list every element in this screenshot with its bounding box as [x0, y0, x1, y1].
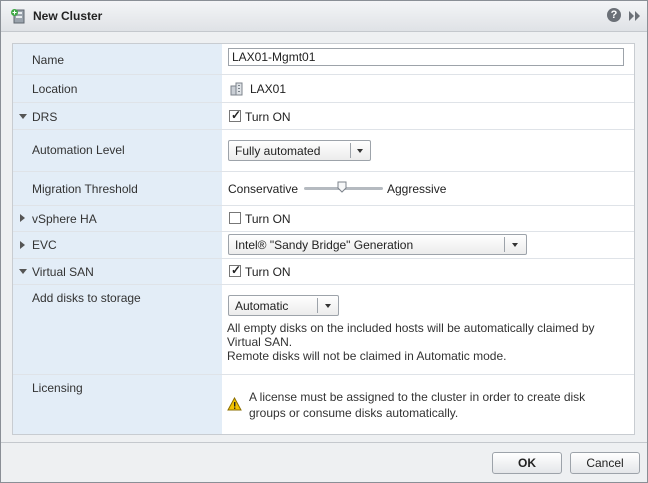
new-cluster-icon — [11, 9, 25, 24]
ok-button[interactable]: OK — [492, 452, 562, 474]
automation-level-row: Automation Level Fully automated — [13, 130, 634, 172]
cancel-button[interactable]: Cancel — [570, 452, 640, 474]
name-label: Name — [32, 53, 65, 67]
virtual-san-checkbox-label: Turn ON — [245, 265, 291, 279]
chevron-down-icon — [357, 149, 363, 153]
licensing-label: Licensing — [32, 381, 83, 395]
add-disks-row: Add disks to storage Automatic All empty… — [13, 285, 634, 375]
location-row: Location LAX01 — [13, 75, 634, 103]
add-disks-description: All empty disks on the included hosts wi… — [227, 321, 595, 363]
datacenter-icon — [230, 82, 243, 96]
evc-mode-dropdown[interactable]: Intel® "Sandy Bridge" Generation — [228, 234, 527, 255]
expand-icon[interactable] — [628, 10, 642, 22]
automation-level-label: Automation Level — [32, 143, 125, 157]
location-label: Location — [32, 82, 78, 96]
new-cluster-dialog: New Cluster ? Name Location LAX01 — [0, 0, 648, 483]
cluster-settings-form: Name Location LAX01 DRS ✓ Turn ON Automa… — [12, 43, 635, 435]
virtual-san-collapse-toggle[interactable] — [19, 269, 27, 274]
vsphere-ha-label: vSphere HA — [32, 212, 97, 226]
name-row: Name — [13, 44, 634, 75]
dialog-title: New Cluster — [33, 9, 103, 23]
automation-level-dropdown[interactable]: Fully automated — [228, 140, 371, 161]
virtual-san-label: Virtual SAN — [32, 265, 94, 279]
location-value: LAX01 — [250, 82, 287, 96]
add-disks-desc-line3: Remote disks will not be claimed in Auto… — [227, 349, 507, 363]
automation-level-selected: Fully automated — [235, 144, 321, 158]
add-disks-desc-line2: Virtual SAN. — [227, 335, 293, 349]
drs-checkbox[interactable]: ✓ — [229, 108, 241, 122]
evc-row: EVC Intel® "Sandy Bridge" Generation — [13, 232, 634, 259]
chevron-down-icon — [325, 304, 331, 308]
drs-checkbox-label: Turn ON — [245, 110, 291, 124]
migration-threshold-slider[interactable] — [304, 181, 383, 193]
slider-min-label: Conservative — [228, 182, 299, 196]
chevron-down-icon — [512, 243, 518, 247]
migration-threshold-label: Migration Threshold — [32, 182, 138, 196]
drs-label: DRS — [32, 110, 58, 124]
virtual-san-row: Virtual SAN ✓ Turn ON — [13, 259, 634, 285]
migration-threshold-row: Migration Threshold Conservative Aggress… — [13, 172, 634, 206]
vsphere-ha-expand-toggle[interactable] — [20, 214, 25, 222]
slider-thumb[interactable] — [337, 181, 347, 193]
footer-divider — [1, 442, 647, 443]
drs-collapse-toggle[interactable] — [19, 114, 27, 119]
help-icon[interactable]: ? — [607, 8, 621, 22]
virtual-san-checkbox[interactable]: ✓ — [229, 263, 241, 277]
warning-icon — [227, 397, 242, 411]
slider-max-label: Aggressive — [387, 182, 447, 196]
evc-label: EVC — [32, 238, 57, 252]
evc-expand-toggle[interactable] — [20, 241, 25, 249]
vsphere-ha-row: vSphere HA Turn ON — [13, 206, 634, 232]
title-bar: New Cluster ? — [1, 1, 647, 32]
evc-mode-selected: Intel® "Sandy Bridge" Generation — [235, 238, 414, 252]
add-disks-desc-line1: All empty disks on the included hosts wi… — [227, 321, 595, 335]
license-warning-line2: groups or consume disks automatically. — [249, 406, 459, 420]
licensing-row: Licensing A license must be assigned to … — [13, 375, 634, 434]
vsphere-ha-checkbox[interactable] — [229, 212, 241, 224]
vsphere-ha-checkbox-label: Turn ON — [245, 212, 291, 226]
name-input[interactable] — [228, 48, 624, 66]
add-disks-mode-selected: Automatic — [235, 299, 289, 313]
add-disks-mode-dropdown[interactable]: Automatic — [228, 295, 339, 316]
add-disks-label: Add disks to storage — [32, 291, 141, 305]
drs-row: DRS ✓ Turn ON — [13, 103, 634, 130]
license-warning-message: A license must be assigned to the cluste… — [249, 389, 585, 421]
license-warning-line1: A license must be assigned to the cluste… — [249, 390, 586, 404]
